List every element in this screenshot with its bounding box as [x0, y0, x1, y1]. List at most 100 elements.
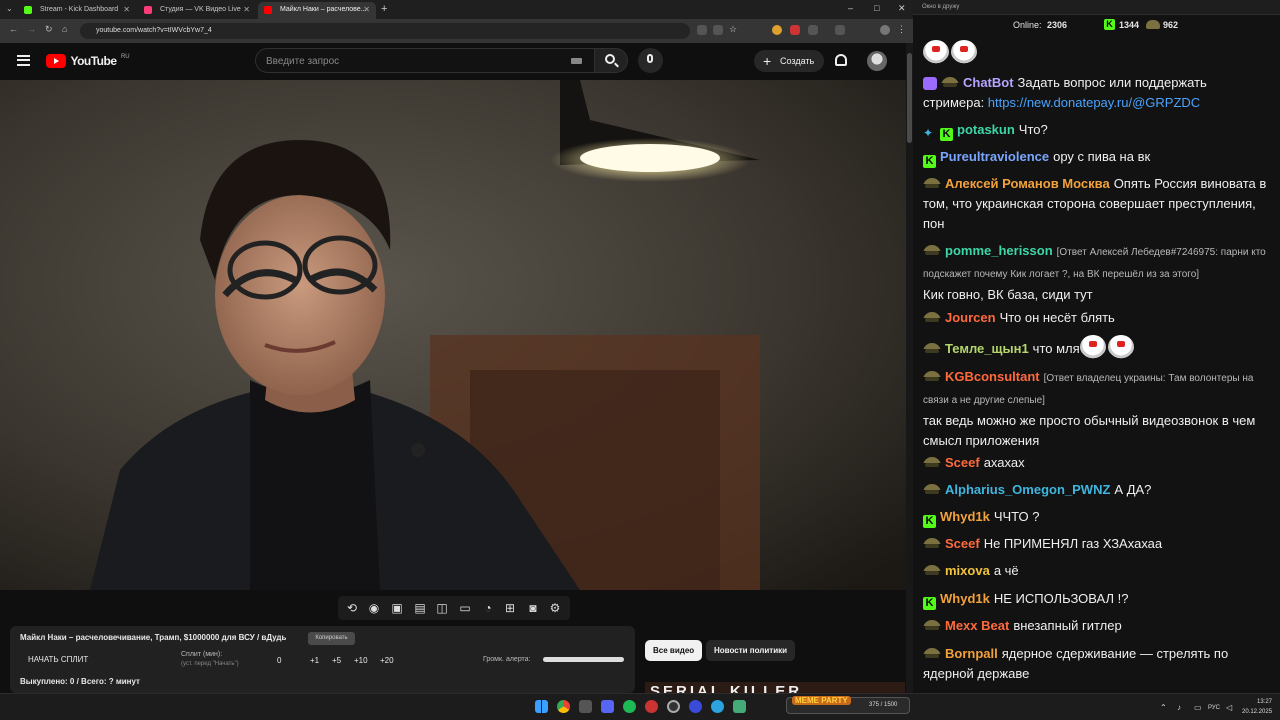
create-button[interactable]: + Создать	[754, 50, 824, 72]
reload-icon[interactable]: ↻	[45, 24, 53, 35]
windows-start-icon[interactable]	[535, 700, 548, 713]
close-icon[interactable]: ✕	[123, 5, 130, 14]
back-icon[interactable]: ←	[9, 24, 18, 34]
network-icon[interactable]: ▭	[1194, 703, 1202, 712]
clock-date[interactable]: 20.12.2025	[1242, 709, 1272, 715]
chat-panel[interactable]: ChatBot Задать вопрос или поддержать стри…	[913, 36, 1280, 693]
extension-icon[interactable]	[808, 25, 818, 35]
home-icon[interactable]: ⌂	[62, 24, 67, 34]
increment-button[interactable]: +20	[380, 656, 394, 665]
chip-politics-news[interactable]: Новости политики	[706, 640, 796, 661]
menu-kebab-icon[interactable]: ⋮	[897, 24, 907, 34]
chat-username[interactable]: potaskun	[957, 122, 1015, 137]
donate-link[interactable]: https://new.donatepay.ru/@GRPZDC	[988, 95, 1200, 110]
chat-username[interactable]: Alpharius_Omegon_PWNZ	[945, 482, 1110, 497]
meme-party-progress: 375 / 1500	[869, 702, 898, 708]
profile-icon[interactable]	[880, 25, 890, 35]
search-button[interactable]	[594, 48, 628, 73]
theater-icon[interactable]: ▭	[458, 601, 472, 615]
chat-username[interactable]: KGBconsultant	[945, 369, 1040, 384]
maximize-icon[interactable]: □	[874, 3, 879, 13]
extension-icon[interactable]	[697, 25, 707, 35]
tab-kick-dashboard[interactable]: Stream - Kick Dashboard ✕	[18, 2, 136, 19]
extension-icon[interactable]	[790, 25, 800, 35]
loop-icon[interactable]: ⟲	[345, 601, 359, 615]
tray-chevron-icon[interactable]: ⌃	[1160, 703, 1167, 712]
extension-icon[interactable]	[713, 25, 723, 35]
tab-vk-studio[interactable]: Студия — VK Видео Live ✕	[138, 2, 256, 19]
chat-username[interactable]: Jourcen	[945, 310, 996, 325]
chat-username[interactable]: Темле_щын1	[945, 341, 1029, 356]
close-icon[interactable]: ✕	[363, 5, 370, 14]
app-icon[interactable]	[579, 700, 592, 713]
avatar[interactable]	[867, 51, 887, 71]
increment-button[interactable]: +5	[332, 656, 341, 665]
split-value-input[interactable]: 0	[277, 656, 281, 665]
increment-button[interactable]: +10	[354, 656, 368, 665]
chat-username[interactable]: Sceef	[945, 536, 980, 551]
start-split-button[interactable]: НАЧАТЬ СПЛИТ	[28, 655, 88, 664]
chat-username[interactable]: Whyd1k	[940, 509, 990, 524]
search-input[interactable]: Введите запрос	[255, 48, 595, 73]
frame-icon[interactable]: ▤	[413, 601, 427, 615]
chat-username[interactable]: ChatBot	[963, 75, 1014, 90]
chrome-icon[interactable]	[557, 700, 570, 713]
hamburger-menu-icon[interactable]	[17, 55, 30, 66]
voice-search-button[interactable]	[638, 48, 663, 73]
camera-icon[interactable]: ◙	[526, 601, 540, 615]
discord-icon[interactable]	[601, 700, 614, 713]
emote-icon	[951, 40, 977, 64]
app-icon[interactable]	[733, 700, 746, 713]
minimize-icon[interactable]: –	[848, 3, 853, 13]
add-clip-icon[interactable]: ⊞	[503, 601, 517, 615]
gear-icon[interactable]: ⚙	[548, 601, 562, 615]
address-bar[interactable]: youtube.com/watch?v=tIWVcbYw7_4	[80, 23, 690, 39]
broadcast-icon[interactable]: ◉	[367, 601, 381, 615]
keyboard-icon[interactable]	[571, 58, 582, 64]
chat-username[interactable]: Whyd1k	[940, 591, 990, 606]
app-icon[interactable]	[689, 700, 702, 713]
clock-time[interactable]: 13:27	[1257, 699, 1272, 705]
extension-icon[interactable]	[772, 25, 782, 35]
create-label: Создать	[780, 56, 815, 66]
emote-icon	[1079, 335, 1106, 359]
chat-message: Bornpall ядерное сдерживание — стрелять п…	[923, 644, 1268, 684]
chat-username[interactable]: pomme_herisson	[945, 243, 1053, 258]
volume-icon[interactable]: ◁	[1226, 703, 1232, 712]
chip-all-videos[interactable]: Все видео	[645, 640, 703, 661]
download-icon[interactable]	[835, 25, 845, 35]
chat-username[interactable]: mixova	[945, 563, 990, 578]
spotify-icon[interactable]	[623, 700, 636, 713]
tab-search-icon[interactable]: ⌄	[6, 4, 13, 13]
youtube-logo[interactable]: YouTube RU	[46, 54, 130, 68]
increment-button[interactable]: +1	[310, 656, 319, 665]
notifications-bell-icon[interactable]	[835, 54, 847, 66]
chat-message: Темле_щын1 что мля	[923, 335, 1268, 359]
chat-username[interactable]: Алексей Романов Москва	[945, 176, 1110, 191]
microphone-tray-icon[interactable]: ♪	[1177, 703, 1181, 712]
eye-icon[interactable]: ▣	[390, 601, 404, 615]
copy-button[interactable]: Копировать	[308, 632, 355, 645]
chat-username[interactable]: Mexx Beat	[945, 618, 1009, 633]
tab-youtube-video[interactable]: Майкл Наки – расчелове... ✕	[258, 2, 376, 19]
page-scrollbar[interactable]	[906, 43, 913, 693]
app-icon[interactable]	[645, 700, 658, 713]
chat-username[interactable]: Bornpall	[945, 646, 998, 661]
hat-badge-icon	[923, 312, 941, 325]
speed-icon[interactable]: ◔	[481, 601, 495, 615]
chat-username[interactable]: Pureultraviolence	[940, 149, 1049, 164]
chat-username[interactable]: Sceef	[945, 455, 980, 470]
close-icon[interactable]: ✕	[243, 5, 250, 14]
url-text: youtube.com/watch?v=tIWVcbYw7_4	[96, 27, 212, 34]
video-player[interactable]	[0, 80, 906, 590]
meme-party-widget[interactable]: MEME PARTY 375 / 1500	[786, 696, 910, 714]
telegram-icon[interactable]	[711, 700, 724, 713]
forward-icon[interactable]: →	[27, 24, 36, 34]
alert-volume-slider[interactable]	[543, 657, 624, 662]
close-window-icon[interactable]: ✕	[898, 3, 906, 14]
bookmark-star-icon[interactable]: ☆	[729, 24, 739, 34]
language-indicator[interactable]: РУС	[1208, 705, 1220, 711]
picture-in-picture-icon[interactable]: ◫	[435, 601, 449, 615]
obs-icon[interactable]	[667, 700, 680, 713]
new-tab-icon[interactable]: +	[381, 3, 387, 15]
